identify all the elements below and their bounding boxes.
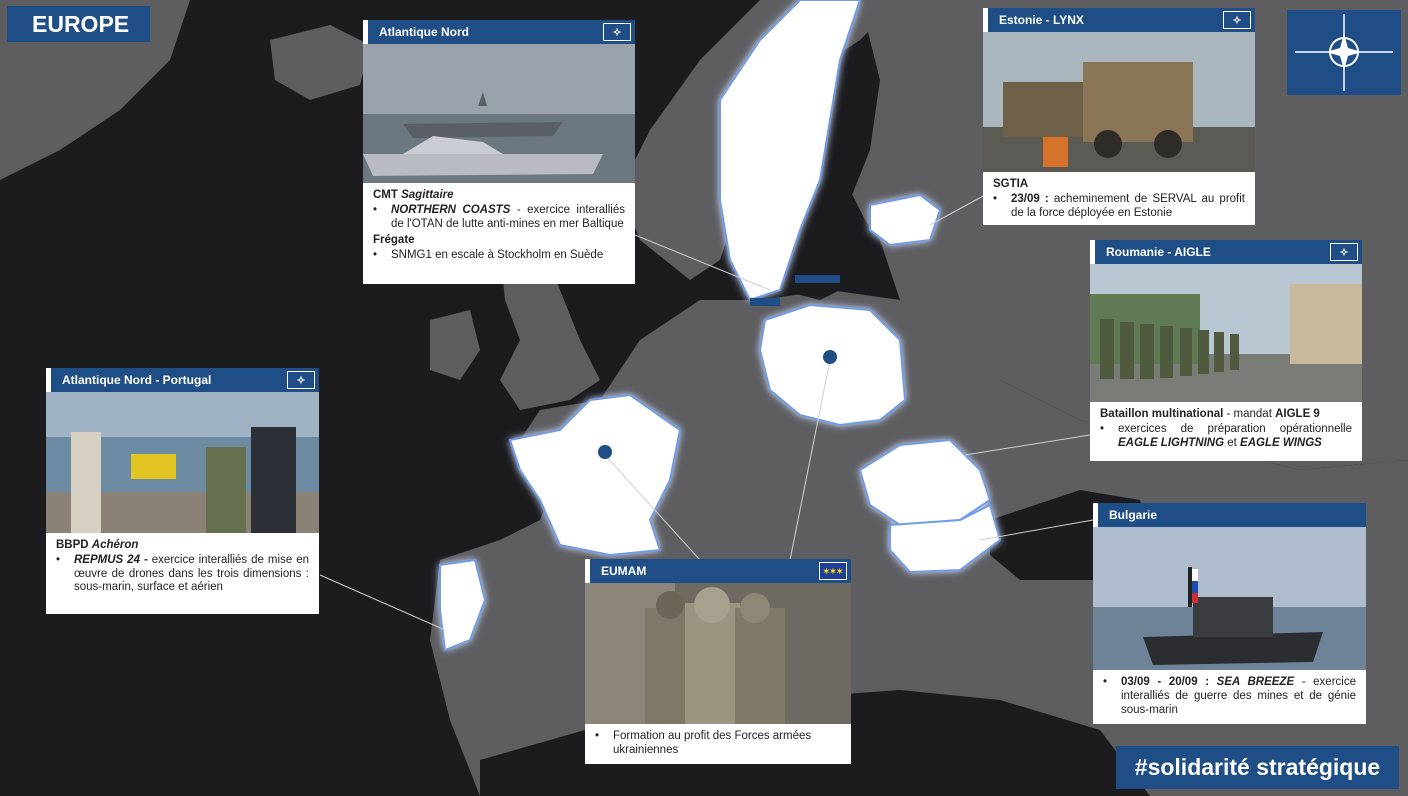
nato-icon: ✧ xyxy=(287,371,315,389)
soldier-marker xyxy=(823,350,837,364)
military-ceremony-photo xyxy=(1090,264,1362,402)
nato-flag xyxy=(1287,10,1401,95)
soldiers-training-photo xyxy=(585,583,851,724)
card-atlantique-nord-portugal: Atlantique Nord - Portugal ✧ BBPD Achéro… xyxy=(46,368,319,614)
card-body: Bataillon multinational - mandat AIGLE 9… xyxy=(1090,402,1362,456)
card-roumanie: Roumanie - AIGLE ✧ Bataillon multination… xyxy=(1090,240,1362,461)
bullet-item: • NORTHERN COASTS - exercice interalliés… xyxy=(373,203,625,230)
section-title: CMT Sagittaire xyxy=(373,189,454,201)
card-header: Atlantique Nord - Portugal ✧ xyxy=(46,368,319,392)
card-estonie: Estonie - LYNX ✧ SGTIA • 23/09 : achemin… xyxy=(983,8,1255,225)
drone-team-photo xyxy=(46,392,319,533)
armored-vehicles-photo xyxy=(983,32,1255,172)
naval-vessels-photo xyxy=(363,44,635,183)
card-body: BBPD Achéron • REPMUS 24 - exercice inte… xyxy=(46,533,319,601)
soldier-marker xyxy=(598,445,612,459)
card-header: EUMAM ✶✶✶ xyxy=(585,559,851,583)
card-title: EUMAM xyxy=(601,564,647,578)
nato-icon: ✧ xyxy=(1330,243,1358,261)
bullet-item: • SNMG1 en escale à Stockholm en Suède xyxy=(373,249,604,262)
card-title: Roumanie - AIGLE xyxy=(1106,245,1211,259)
page-title: EUROPE xyxy=(7,6,150,42)
ship-marker xyxy=(795,275,840,283)
card-header: Estonie - LYNX ✧ xyxy=(983,8,1255,32)
hashtag-banner: #solidarité stratégique xyxy=(1116,746,1399,789)
card-header: Roumanie - AIGLE ✧ xyxy=(1090,240,1362,264)
card-atlantique-nord: Atlantique Nord ✧ CMT Sagittaire • NORTH… xyxy=(363,20,635,284)
section-title: SGTIA xyxy=(993,178,1029,190)
bullet-item: • 23/09 : acheminement de SERVAL au prof… xyxy=(993,192,1245,219)
card-title: Atlantique Nord - Portugal xyxy=(62,373,212,387)
patrol-boat-photo xyxy=(1093,527,1366,670)
card-bulgarie: Bulgarie • 03/09 - 20/09 : SEA BREEZE - … xyxy=(1093,503,1366,724)
card-body: SGTIA • 23/09 : acheminement de SERVAL a… xyxy=(983,172,1255,226)
card-body: • 03/09 - 20/09 : SEA BREEZE - exercice … xyxy=(1093,670,1366,723)
ship-marker xyxy=(750,298,780,306)
section-title: BBPD Achéron xyxy=(56,539,139,551)
bullet-item: • exercices de préparation opérationnell… xyxy=(1100,422,1352,449)
card-title: Atlantique Nord xyxy=(379,25,469,39)
section-title: Bataillon multinational - mandat AIGLE 9 xyxy=(1100,408,1320,420)
card-body: CMT Sagittaire • NORTHERN COASTS - exerc… xyxy=(363,183,635,269)
nato-icon: ✧ xyxy=(1223,11,1251,29)
card-title: Estonie - LYNX xyxy=(999,13,1084,27)
card-header: Atlantique Nord ✧ xyxy=(363,20,635,44)
estonia-highlight xyxy=(869,193,942,247)
bullet-item: • REPMUS 24 - exercice interalliés de mi… xyxy=(56,553,309,594)
card-eumam: EUMAM ✶✶✶ • Formation au profit des Forc… xyxy=(585,559,851,764)
nato-icon: ✧ xyxy=(603,23,631,41)
bullet-item: • Formation au profit des Forces armées … xyxy=(595,730,812,756)
bullet-item: • 03/09 - 20/09 : SEA BREEZE - exercice … xyxy=(1103,676,1356,716)
card-header: Bulgarie xyxy=(1093,503,1366,527)
card-title: Bulgarie xyxy=(1109,508,1158,522)
eu-flag-icon: ✶✶✶ xyxy=(819,562,847,580)
nato-star-icon xyxy=(1295,14,1393,91)
section-title: Frégate xyxy=(373,234,415,247)
card-body: • Formation au profit des Forces armées … xyxy=(585,724,851,764)
